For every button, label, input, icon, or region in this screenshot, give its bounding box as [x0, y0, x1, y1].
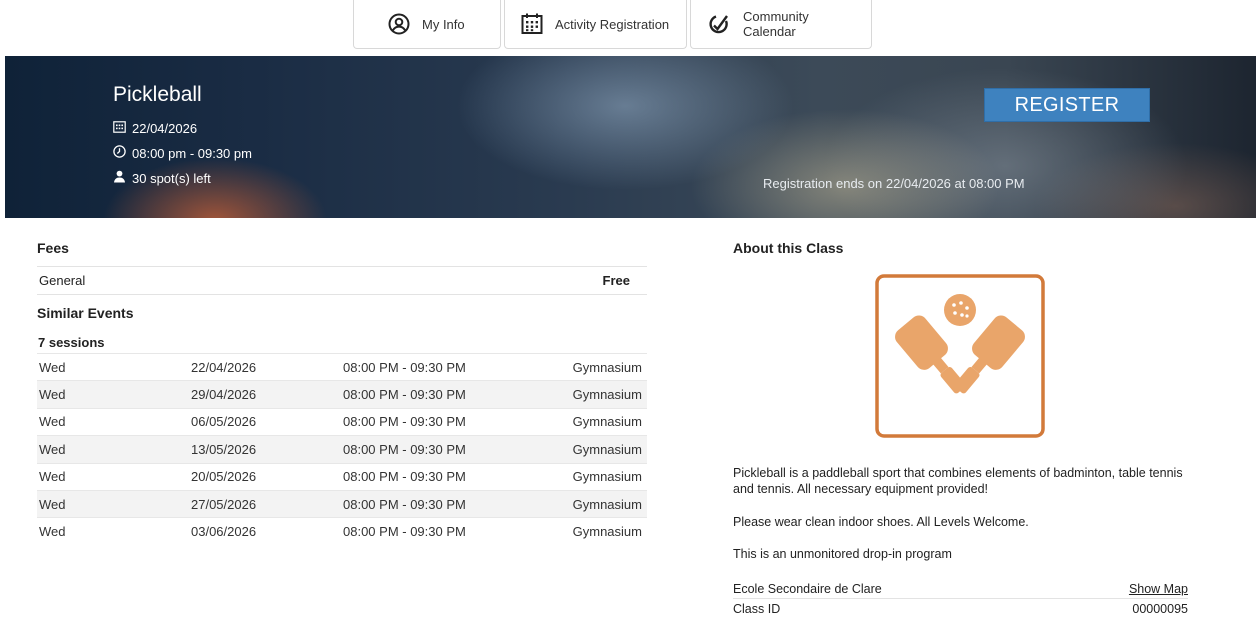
session-location: Gymnasium — [572, 414, 642, 430]
session-time: 08:00 PM - 09:30 PM — [343, 469, 466, 485]
calendar-grid-icon — [521, 13, 543, 35]
session-day: Wed — [39, 387, 66, 403]
session-date: 13/05/2026 — [191, 441, 257, 457]
session-day: Wed — [39, 414, 66, 430]
table-row[interactable]: Wed 22/04/2026 08:00 PM - 09:30 PM Gymna… — [37, 353, 647, 380]
class-note-shoes: Please wear clean indoor shoes. All Leve… — [733, 515, 1029, 529]
about-heading: About this Class — [733, 240, 844, 256]
person-icon — [113, 170, 126, 186]
activity-hero-banner: Pickleball 22/04/2026 08:00 pm - 09:30 p… — [5, 56, 1256, 218]
session-date: 27/05/2026 — [191, 496, 257, 512]
session-time: 08:00 PM - 09:30 PM — [343, 441, 466, 457]
class-id-value: 00000095 — [1132, 602, 1188, 616]
session-location: Gymnasium — [572, 496, 642, 512]
class-id-row: Class ID 00000095 — [733, 599, 1188, 618]
sessions-count: 7 sessions — [38, 335, 105, 350]
session-day: Wed — [39, 359, 66, 375]
table-row[interactable]: Wed 29/04/2026 08:00 PM - 09:30 PM Gymna… — [37, 380, 647, 408]
user-circle-icon — [388, 13, 410, 35]
table-row[interactable]: Wed 06/05/2026 08:00 PM - 09:30 PM Gymna… — [37, 407, 647, 435]
tab-label: My Info — [422, 16, 465, 32]
pickleball-paddles-icon — [875, 274, 1045, 438]
session-time: 08:00 PM - 09:30 PM — [343, 496, 466, 512]
class-description: Pickleball is a paddleball sport that co… — [733, 466, 1183, 496]
tab-label: Activity Registration — [555, 16, 670, 32]
table-row[interactable]: Wed 03/06/2026 08:00 PM - 09:30 PM Gymna… — [37, 517, 647, 544]
session-time: 08:00 PM - 09:30 PM — [343, 387, 466, 403]
session-date: 22/04/2026 — [191, 359, 257, 375]
fee-row: General Free — [37, 266, 647, 295]
activity-time: 08:00 pm - 09:30 pm — [113, 145, 252, 161]
session-day: Wed — [39, 469, 66, 485]
session-date: 03/06/2026 — [191, 524, 257, 540]
fee-price: Free — [602, 273, 630, 288]
session-date: 06/05/2026 — [191, 414, 257, 430]
sessions-table: Wed 22/04/2026 08:00 PM - 09:30 PM Gymna… — [37, 353, 647, 545]
tab-activity-registration[interactable]: Activity Registration — [504, 0, 687, 49]
session-location: Gymnasium — [572, 387, 642, 403]
location-name: Ecole Secondaire de Clare — [733, 581, 882, 596]
session-time: 08:00 PM - 09:30 PM — [343, 359, 466, 375]
fee-name: General — [39, 273, 86, 288]
calendar-icon — [113, 120, 126, 136]
table-row[interactable]: Wed 27/05/2026 08:00 PM - 09:30 PM Gymna… — [37, 489, 647, 518]
class-note-dropin: This is an unmonitored drop-in program — [733, 547, 952, 561]
session-time: 08:00 PM - 09:30 PM — [343, 414, 466, 430]
class-id-label: Class ID — [733, 602, 781, 616]
table-row[interactable]: Wed 20/05/2026 08:00 PM - 09:30 PM Gymna… — [37, 462, 647, 490]
session-location: Gymnasium — [572, 359, 642, 375]
fees-heading: Fees — [37, 240, 69, 256]
register-button[interactable]: REGISTER — [984, 88, 1150, 122]
session-day: Wed — [39, 441, 66, 457]
table-row[interactable]: Wed 13/05/2026 08:00 PM - 09:30 PM Gymna… — [37, 435, 647, 463]
session-date: 20/05/2026 — [191, 469, 257, 485]
tab-community-calendar[interactable]: Community Calendar — [690, 0, 872, 49]
activity-date-text: 22/04/2026 — [132, 120, 198, 136]
activity-title: Pickleball — [113, 83, 202, 106]
session-day: Wed — [39, 496, 66, 512]
activity-spots: 30 spot(s) left — [113, 170, 211, 186]
session-time: 08:00 PM - 09:30 PM — [343, 524, 466, 540]
activity-date: 22/04/2026 — [113, 120, 197, 136]
show-map-link[interactable]: Show Map — [1129, 582, 1188, 596]
session-day: Wed — [39, 524, 66, 540]
similar-events-heading: Similar Events — [37, 305, 134, 321]
location-row: Ecole Secondaire de Clare Show Map — [733, 579, 1188, 599]
tab-label: Community Calendar — [743, 9, 809, 39]
activity-spots-text: 30 spot(s) left — [132, 170, 211, 186]
session-location: Gymnasium — [572, 469, 642, 485]
registration-deadline: Registration ends on 22/04/2026 at 08:00… — [763, 176, 1025, 191]
session-date: 29/04/2026 — [191, 387, 257, 403]
community-logo-icon — [707, 13, 731, 35]
clock-icon — [113, 145, 126, 161]
session-location: Gymnasium — [572, 524, 642, 540]
top-navigation: My Info Activity Registration Community … — [353, 0, 872, 49]
activity-time-text: 08:00 pm - 09:30 pm — [132, 145, 252, 161]
session-location: Gymnasium — [572, 441, 642, 457]
tab-my-info[interactable]: My Info — [353, 0, 501, 49]
